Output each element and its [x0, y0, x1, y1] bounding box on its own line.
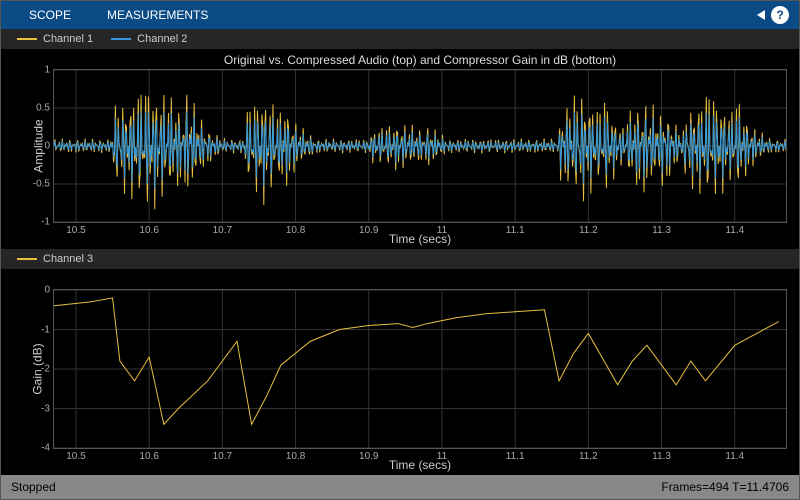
swatch-yellow-icon — [17, 258, 37, 260]
legend-item-ch2: Channel 2 — [111, 33, 187, 45]
statusbar: Stopped Frames=494 T=11.4706 — [1, 475, 799, 499]
waveform-svg — [54, 70, 786, 222]
legend-label: Channel 3 — [43, 253, 93, 265]
status-left: Stopped — [11, 480, 56, 494]
legend-label: Channel 1 — [43, 33, 93, 45]
chevron-left-icon — [757, 10, 765, 20]
axes-box-1: Amplitude Time (secs) -1-0.500.5110.510.… — [53, 69, 787, 223]
status-right: Frames=494 T=11.4706 — [661, 480, 789, 494]
swatch-blue-icon — [111, 38, 131, 40]
plot-title: Original vs. Compressed Audio (top) and … — [53, 53, 787, 69]
help-icon[interactable]: ? — [771, 6, 789, 24]
swatch-yellow-icon — [17, 38, 37, 40]
legend-plot1: Channel 1 Channel 2 — [1, 29, 799, 49]
axes-box-2: Gain (dB) Time (secs) -4-3-2-1010.510.61… — [53, 289, 787, 449]
legend-plot2: Channel 3 — [1, 249, 799, 269]
legend-item-ch1: Channel 1 — [17, 33, 93, 45]
plot-title-empty — [53, 273, 787, 289]
gain-svg — [54, 290, 786, 448]
toolbar: SCOPE MEASUREMENTS ? — [1, 1, 799, 29]
tab-scope[interactable]: SCOPE — [11, 1, 89, 29]
plot-audio[interactable]: Original vs. Compressed Audio (top) and … — [1, 49, 799, 249]
plot-gain[interactable]: Gain (dB) Time (secs) -4-3-2-1010.510.61… — [1, 269, 799, 475]
legend-label: Channel 2 — [137, 33, 187, 45]
tab-measurements[interactable]: MEASUREMENTS — [89, 1, 226, 29]
